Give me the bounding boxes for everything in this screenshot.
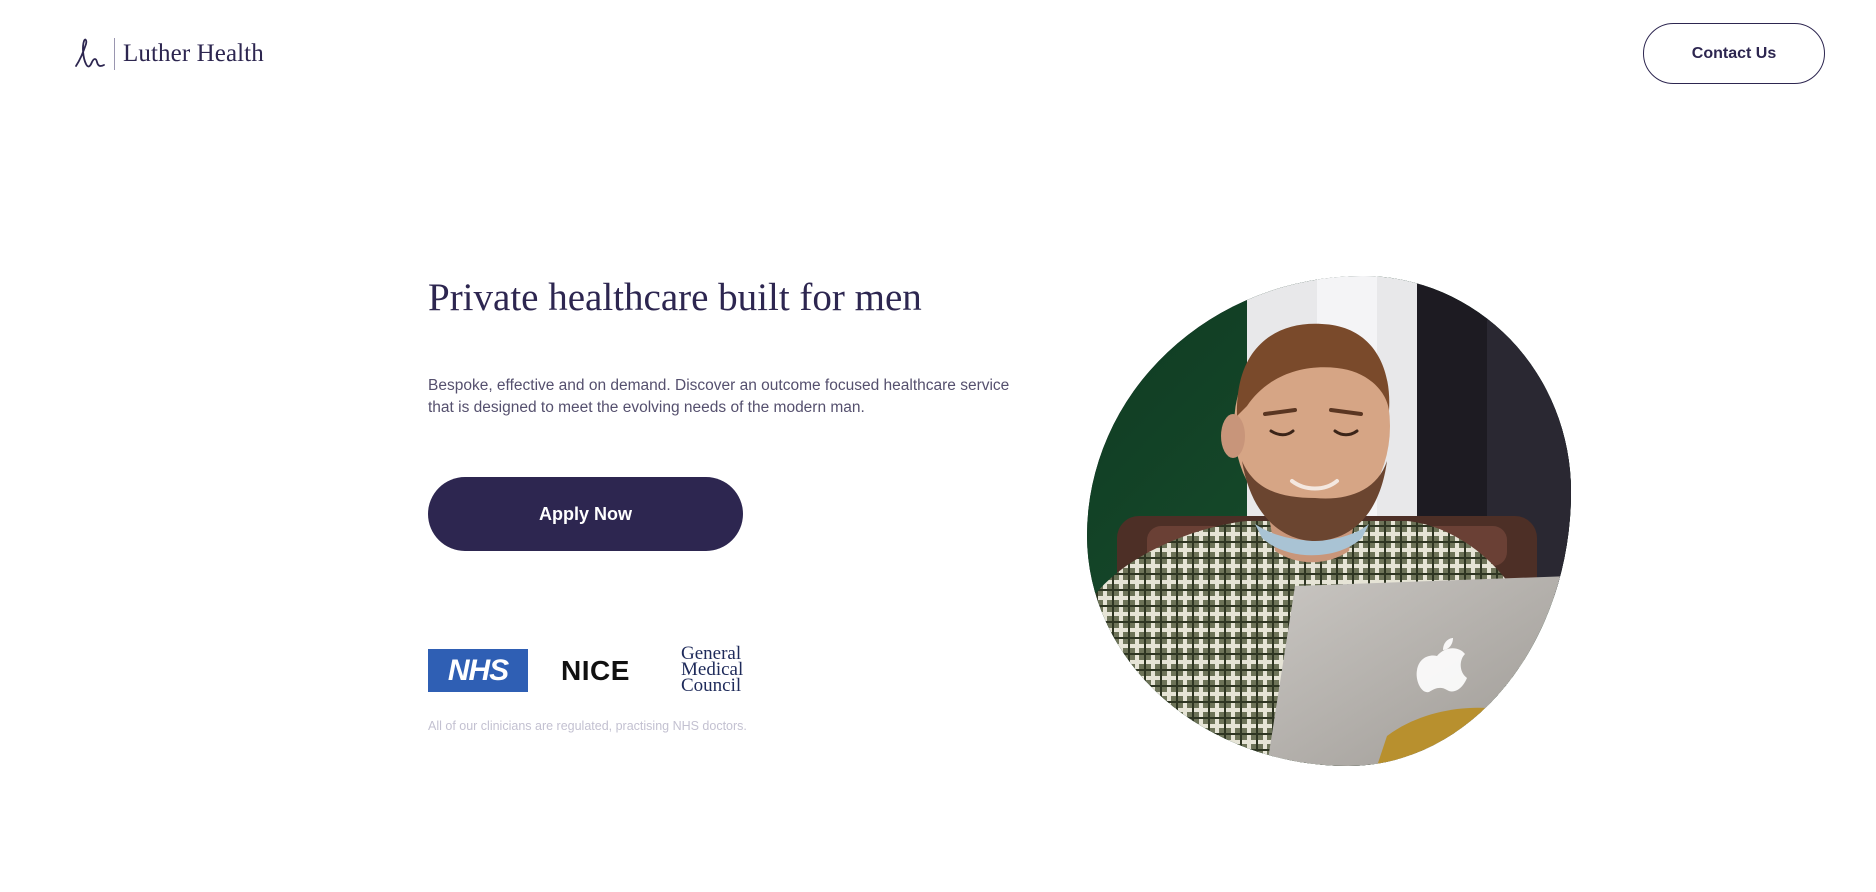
regulated-note: All of our clinicians are regulated, pra…	[428, 719, 747, 733]
apply-now-button[interactable]: Apply Now	[428, 477, 743, 551]
gmc-logo-line: Council	[681, 675, 742, 696]
contact-us-button[interactable]: Contact Us	[1643, 23, 1825, 84]
signature-l-icon	[75, 38, 105, 68]
nice-logo-text: NICE	[561, 655, 630, 686]
logo-divider	[114, 38, 115, 70]
nhs-logo: NHS	[428, 649, 528, 692]
man-with-laptop-photo	[1087, 276, 1571, 766]
nhs-logo-text: NHS	[447, 653, 509, 687]
site-header: Luther Health Contact Us	[0, 0, 1876, 110]
hero-photo	[1087, 276, 1571, 766]
nice-logo: NICE	[561, 652, 630, 690]
logo-text: Luther Health	[123, 40, 264, 67]
gmc-logo: General Medical Council	[681, 644, 761, 696]
hero-description: Bespoke, effective and on demand. Discov…	[428, 377, 1010, 416]
luther-health-logo[interactable]: Luther Health	[74, 34, 264, 74]
hero-title: Private healthcare built for men	[428, 276, 922, 319]
